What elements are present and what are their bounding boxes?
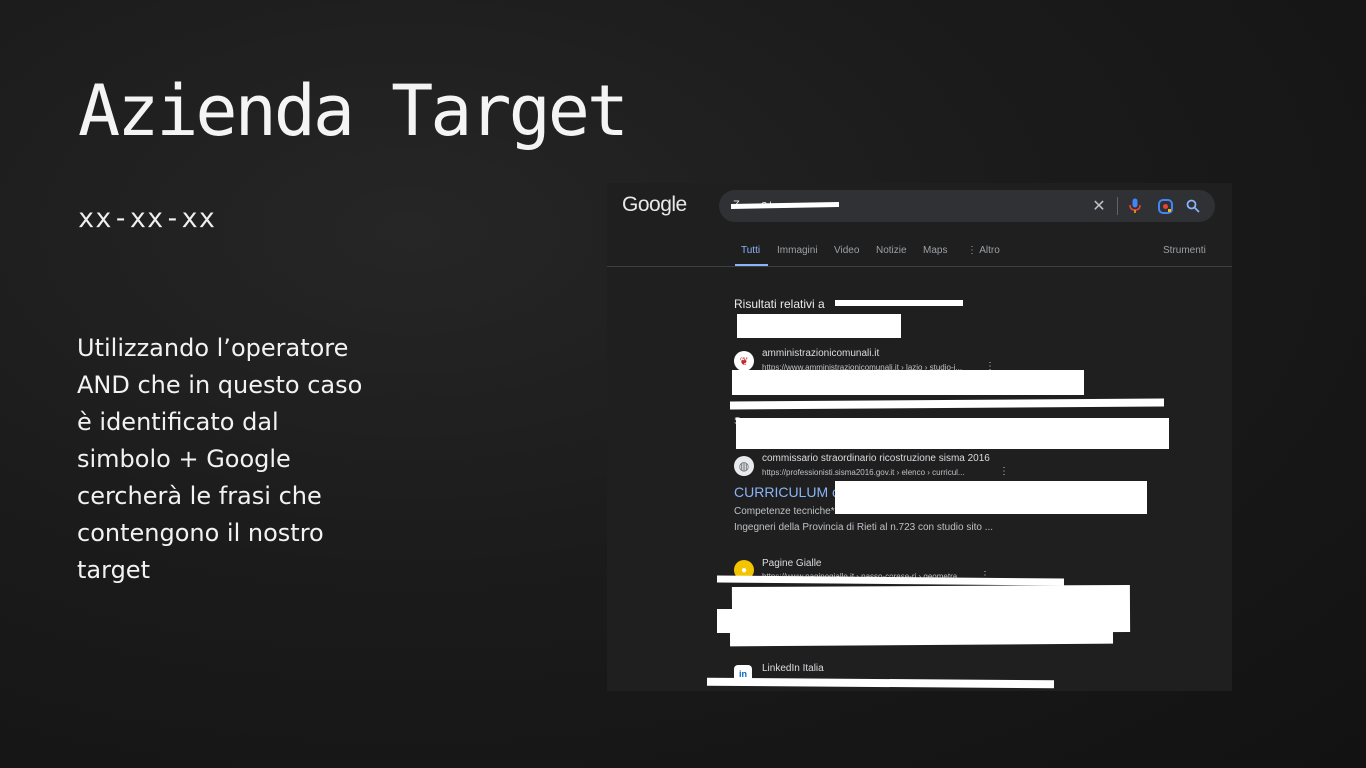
- search-icon[interactable]: [1185, 198, 1201, 214]
- more-options-icon[interactable]: ⋮: [999, 466, 1009, 477]
- microphone-icon[interactable]: [1127, 198, 1143, 214]
- result-snippet: Ingegneri della Provincia di Rieti al n.…: [734, 522, 994, 533]
- result-site-name[interactable]: LinkedIn Italia: [762, 663, 824, 674]
- slide-title: Azienda Target: [78, 70, 629, 152]
- result-title[interactable]: CURRICULUM c: [734, 484, 839, 500]
- redaction-mask: [731, 584, 1131, 635]
- close-icon[interactable]: ✕: [1091, 198, 1107, 215]
- globe-icon: ◍: [734, 456, 754, 476]
- google-lens-icon[interactable]: [1157, 198, 1173, 214]
- divider: [1117, 197, 1118, 215]
- redaction-mask: [835, 300, 963, 306]
- tab-all[interactable]: Tutti: [741, 245, 760, 256]
- google-search-screenshot: Google Z... ...o+ ✕ Tutti Immagini Video…: [607, 183, 1232, 691]
- tab-maps[interactable]: Maps: [923, 245, 947, 256]
- tab-news[interactable]: Notizie: [876, 245, 907, 256]
- google-logo: Google: [622, 193, 687, 216]
- search-box[interactable]: Z... ...o+ ✕: [719, 190, 1215, 222]
- site-favicon: ❦: [734, 351, 754, 371]
- redaction-mask: [730, 202, 840, 209]
- redaction-mask: [835, 481, 1147, 514]
- result-site-name[interactable]: amministrazionicomunali.it: [762, 348, 879, 359]
- redaction-mask: [736, 418, 1169, 449]
- redaction-mask: [706, 677, 1055, 689]
- redaction-mask: [729, 629, 1114, 647]
- divider: [607, 266, 1232, 267]
- slide-date: xx-xx-xx: [78, 203, 217, 234]
- tab-more[interactable]: ⋮ Altro: [967, 245, 1000, 256]
- slide-body-text: Utilizzando l’operatore AND che in quest…: [77, 334, 363, 584]
- tools-button[interactable]: Strumenti: [1163, 245, 1206, 256]
- result-site-name[interactable]: commissario straordinario ricostruzione …: [762, 453, 990, 464]
- tab-images[interactable]: Immagini: [777, 245, 818, 256]
- tab-video[interactable]: Video: [834, 245, 859, 256]
- redaction-mask: [717, 609, 737, 633]
- result-snippet: Competenze tecniche*: [734, 506, 835, 517]
- result-url[interactable]: https://professionisti.sisma2016.gov.it …: [762, 468, 965, 477]
- redaction-mask: [732, 370, 1084, 395]
- redaction-mask: [737, 314, 901, 338]
- redaction-mask: [729, 398, 1165, 410]
- related-results-label: Risultati relativi a: [734, 297, 825, 311]
- result-site-name[interactable]: Pagine Gialle: [762, 558, 821, 569]
- redaction-mask: [716, 575, 1065, 586]
